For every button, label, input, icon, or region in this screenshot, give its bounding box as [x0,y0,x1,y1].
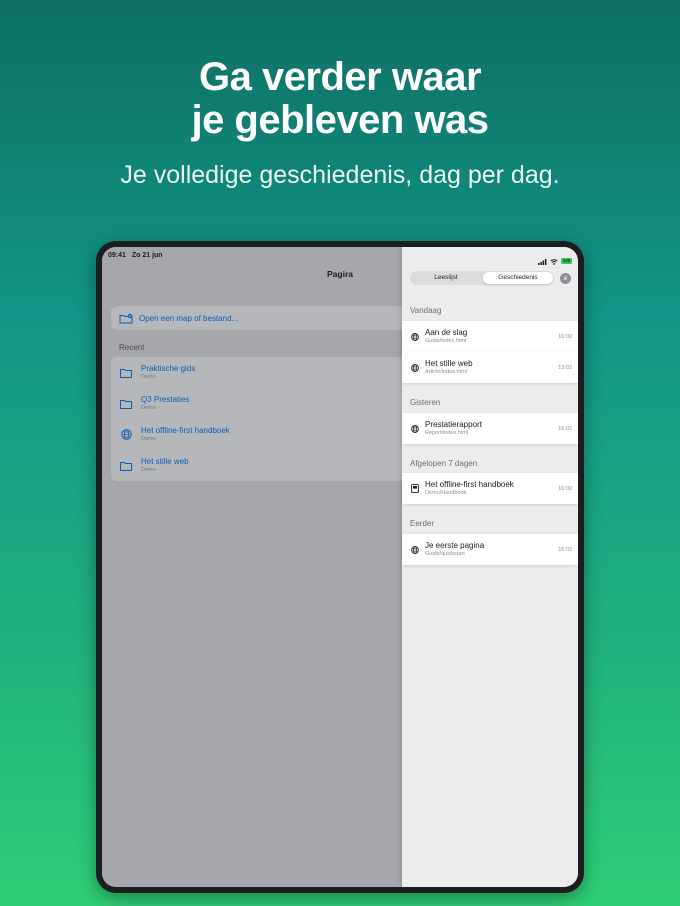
status-bar-right: 100 [538,252,572,270]
history-row[interactable]: Aan de slag Guide/index.html 16:02 [402,321,578,352]
tablet-device: 09:41 Zo 21 jun Pagira Open een map of b… [96,241,584,893]
status-time: 09:41 [108,252,126,259]
wifi-icon [550,252,558,270]
globe-icon [411,363,419,372]
recent-list: Praktische gids Demo Q3 Prestaties Demo He… [111,357,411,481]
history-title: Het offline-first handboek [425,480,514,489]
tab-leeslijst[interactable]: Leeslijst [411,272,481,284]
history-title: Het stille web [425,359,473,368]
recent-item[interactable]: Het offline-first handboek Demo [111,419,411,450]
subheadline: Je volledige geschiedenis, dag per dag. [120,161,560,189]
recent-item[interactable]: Q3 Prestaties Demo [111,388,411,419]
book-icon [411,484,419,493]
recent-item-title: Praktische gids [141,364,196,373]
folder-icon [119,460,133,472]
segmented-control: Leeslijst Geschiedenis [410,271,554,285]
section-label-earlier: Eerder [410,519,435,528]
history-path: Guide/quickstart [425,551,465,557]
tab-geschiedenis[interactable]: Geschiedenis [483,272,553,284]
section-label-today: Vandaag [410,306,442,315]
recent-item[interactable]: Praktische gids Demo [111,357,411,388]
open-folder-button[interactable]: Open een map of bestand... [111,306,411,330]
history-path: Guide/index.html [425,338,467,344]
history-row[interactable]: Het stille web Article/index.html 13:02 [402,352,578,383]
status-bar-left: 09:41 Zo 21 jun [108,252,167,259]
section-label-last-7-days: Afgelopen 7 dagen [410,459,478,468]
recent-item-title: Het stille web [141,457,189,466]
device-screen: 09:41 Zo 21 jun Pagira Open een map of b… [102,247,578,887]
folder-icon [119,367,133,379]
history-time: 16:02 [558,485,572,492]
history-row[interactable]: Het offline-first handboek Demo/Handbook … [402,473,578,504]
history-title: Aan de slag [425,328,468,337]
signal-icon [538,252,547,270]
open-folder-label: Open een map of bestand... [139,313,239,323]
folder-icon [119,398,133,410]
globe-icon [119,429,133,441]
recent-item-title: Q3 Prestaties [141,395,190,404]
history-row[interactable]: Prestatierapport Report/index.html 16:02 [402,413,578,444]
globe-icon [411,424,419,433]
history-title: Prestatierapport [425,420,482,429]
history-path: Demo/Handbook [425,490,467,496]
recent-section-label: Recent [119,343,145,352]
history-row[interactable]: Je eerste pagina Guide/quickstart 16:02 [402,534,578,565]
history-time: 16:02 [558,546,572,553]
battery-icon: 100 [561,258,572,264]
history-title: Je eerste pagina [425,541,485,550]
history-time: 13:02 [558,364,572,371]
history-time: 16:02 [558,333,572,340]
globe-icon [411,332,419,341]
recent-item-subtitle: Demo [141,436,156,442]
headline-line-1: Ga verder waar [198,55,482,99]
recent-item-title: Het offline-first handboek [141,426,230,435]
sidebar-pane: 09:41 Zo 21 jun [102,247,402,887]
close-icon[interactable]: × [560,273,571,284]
history-panel: 100 Leeslijst Geschiedenis × Vandaag Aan… [402,247,578,887]
history-time: 16:02 [558,425,572,432]
recent-item-subtitle: Demo [141,374,156,380]
headline-line-2: je gebleven was [191,98,489,142]
recent-item-subtitle: Demo [141,405,156,411]
folder-add-icon [119,312,133,324]
recent-item-subtitle: Demo [141,467,156,473]
history-path: Article/index.html [425,369,467,375]
status-date: Zo 21 jun [131,252,163,259]
headline: Ga verder waar je gebleven was [0,56,680,142]
history-path: Report/index.html [425,430,469,436]
recent-item[interactable]: Het stille web Demo [111,450,411,481]
section-label-yesterday: Gisteren [410,398,441,407]
globe-icon [411,545,419,554]
